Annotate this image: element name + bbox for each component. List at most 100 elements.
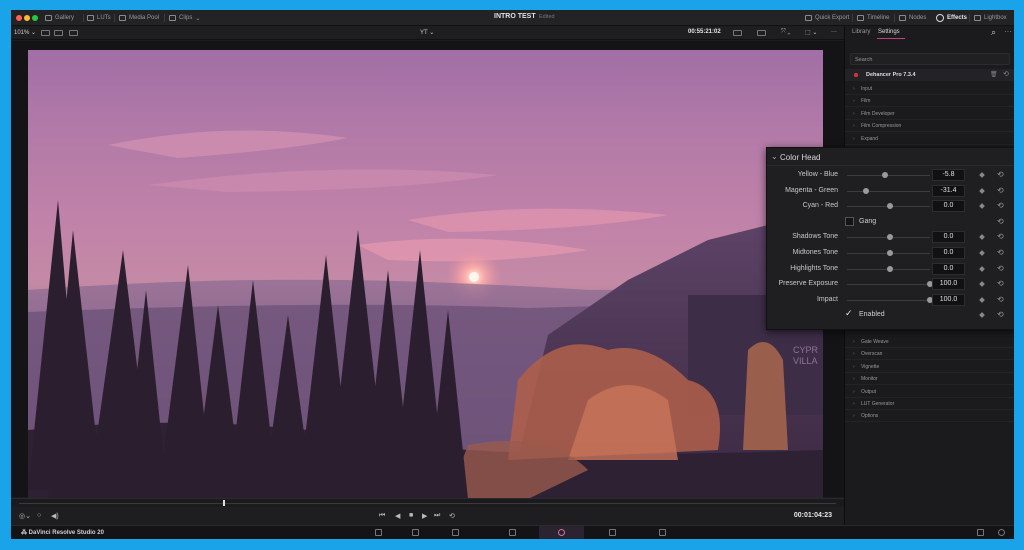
single-viewer-icon[interactable] <box>41 30 50 36</box>
gallery-button[interactable]: Gallery <box>45 13 74 23</box>
value-field[interactable]: 0.0 <box>932 200 965 213</box>
scrubber-bar[interactable] <box>11 498 844 507</box>
slider-knob[interactable] <box>882 172 889 178</box>
keyframe-diamond-icon[interactable] <box>979 187 985 194</box>
clip-name-select[interactable]: YT ⌄ <box>420 29 434 36</box>
slider-track[interactable] <box>847 175 930 176</box>
settings-section-overscan[interactable]: › Overscan <box>845 348 1014 361</box>
settings-section-vignette[interactable]: › Vignette <box>845 361 1014 373</box>
quick-export-button[interactable]: Quick Export <box>805 13 849 23</box>
slider-knob[interactable] <box>887 265 893 272</box>
slider-knob[interactable] <box>887 250 893 256</box>
value-field[interactable]: -5.8 <box>932 169 965 181</box>
fairlight-page-icon[interactable] <box>609 529 616 536</box>
color-head-header[interactable]: ⌄ Color Head <box>767 148 1014 166</box>
transform-icon[interactable]: ⤧ ⌄ <box>781 29 790 36</box>
reset-icon[interactable]: ⟲ <box>997 201 1004 210</box>
value-field[interactable]: -31.4 <box>932 184 965 197</box>
luts-button[interactable]: LUTs <box>87 13 111 23</box>
go-to-start-icon[interactable]: ⏮ <box>379 512 385 520</box>
edit-page-icon[interactable] <box>452 529 459 536</box>
keyframe-diamond-icon[interactable] <box>979 296 985 303</box>
reset-icon[interactable]: ⟲ <box>1003 70 1009 78</box>
zoom-window-button[interactable] <box>32 15 38 21</box>
tab-library[interactable]: Library <box>852 29 870 35</box>
keyframe-diamond-icon[interactable] <box>979 234 985 241</box>
color-page-icon[interactable] <box>558 529 565 536</box>
go-to-end-icon[interactable]: ⏭ <box>434 512 440 520</box>
timeline-button[interactable]: Timeline <box>857 13 889 23</box>
settings-section-monitor[interactable]: › Monitor <box>845 373 1014 386</box>
reset-icon[interactable]: ⟲ <box>997 217 1004 226</box>
slider-knob[interactable] <box>863 187 869 194</box>
keyframe-diamond-icon[interactable] <box>979 250 985 256</box>
settings-section-film-compression[interactable]: › Film Compression <box>845 120 1014 133</box>
reset-icon[interactable]: ⟲ <box>997 186 1004 195</box>
reset-icon[interactable]: ⟲ <box>997 170 1004 179</box>
slider-knob[interactable] <box>887 203 893 210</box>
display-overlay-icon[interactable] <box>757 30 766 36</box>
effects-button[interactable]: Effects <box>936 13 967 23</box>
reset-icon[interactable]: ⟲ <box>997 264 1004 273</box>
fusion-page-icon[interactable] <box>509 529 516 536</box>
settings-gear-icon[interactable] <box>998 529 1005 536</box>
playhead[interactable] <box>223 500 226 506</box>
play-icon[interactable]: ▶ <box>422 512 427 520</box>
settings-section-gate-weave[interactable]: › Gate Weave <box>845 336 1014 348</box>
dehancer-logo-icon[interactable]: ◎⌄ <box>19 512 31 520</box>
zoom-level-select[interactable]: 101% ⌄ <box>14 29 36 36</box>
slider-track[interactable] <box>847 284 930 286</box>
keyframe-diamond-icon[interactable] <box>979 265 985 272</box>
value-field[interactable]: 0.0 <box>932 247 965 259</box>
reset-icon[interactable]: ⟲ <box>997 248 1004 257</box>
wipe-viewer-icon[interactable] <box>69 30 78 36</box>
keyframe-diamond-icon[interactable] <box>979 172 985 178</box>
settings-section-lut-generator[interactable]: › LUT Generator <box>845 398 1014 410</box>
keyframe-diamond-icon[interactable] <box>979 281 985 288</box>
nodes-button[interactable]: Nodes <box>899 13 926 23</box>
slider-track[interactable] <box>847 299 930 301</box>
display-mode-icon[interactable] <box>733 30 742 36</box>
slider-knob[interactable] <box>887 234 893 241</box>
keyframe-diamond-icon[interactable] <box>979 203 985 210</box>
cut-page-icon[interactable] <box>412 529 419 536</box>
settings-section-output[interactable]: › Output <box>845 386 1014 398</box>
reset-icon[interactable]: ⟲ <box>997 232 1004 241</box>
loop-mode-icon[interactable]: ○ <box>37 512 41 519</box>
settings-section-options[interactable]: › Options <box>845 410 1014 423</box>
clips-button[interactable]: Clips ⌄ <box>169 13 200 23</box>
value-field[interactable]: 100.0 <box>932 278 965 291</box>
mask-icon[interactable]: ⬚ ⌄ <box>805 29 817 36</box>
settings-section-expand[interactable]: › Expand <box>845 133 1014 145</box>
trash-icon[interactable]: 🗑 <box>990 71 998 78</box>
keyframe-diamond-icon[interactable] <box>979 312 985 319</box>
close-window-button[interactable] <box>16 15 22 21</box>
reset-icon[interactable]: ⟲ <box>997 310 1004 319</box>
reset-icon[interactable]: ⟲ <box>997 279 1004 288</box>
loop-icon[interactable]: ⟲ <box>449 512 455 520</box>
slider-track[interactable] <box>847 190 930 192</box>
settings-section-input[interactable]: › Input <box>845 83 1014 95</box>
settings-section-film[interactable]: › Film <box>845 95 1014 108</box>
value-field[interactable]: 0.0 <box>932 231 965 244</box>
lightbox-button[interactable]: Lightbox <box>974 13 1007 23</box>
volume-icon[interactable]: ◀) <box>51 512 59 520</box>
home-icon[interactable] <box>977 529 984 536</box>
more-options-icon[interactable]: ··· <box>1004 27 1012 36</box>
search-input[interactable]: Search <box>850 53 1010 65</box>
stop-icon[interactable]: ■ <box>409 512 413 519</box>
plugin-header[interactable]: Dehancer Pro 7.3.4 🗑 ⟲ <box>845 69 1014 81</box>
checkmark-icon[interactable]: ✓ <box>845 308 853 319</box>
settings-section-film-developer[interactable]: › Film Developer <box>845 108 1014 120</box>
more-icon[interactable]: ··· <box>831 29 837 35</box>
media-page-icon[interactable] <box>375 529 382 536</box>
media-pool-button[interactable]: Media Pool <box>119 13 159 23</box>
play-reverse-icon[interactable]: ◀ <box>395 512 400 520</box>
deliver-page-icon[interactable] <box>659 529 666 536</box>
value-field[interactable]: 0.0 <box>932 262 965 275</box>
minimize-window-button[interactable] <box>24 15 30 21</box>
tab-settings[interactable]: Settings <box>878 29 900 35</box>
value-field[interactable]: 100.0 <box>932 293 965 306</box>
search-icon[interactable]: ⌕ <box>991 27 996 38</box>
reset-icon[interactable]: ⟲ <box>997 295 1004 304</box>
